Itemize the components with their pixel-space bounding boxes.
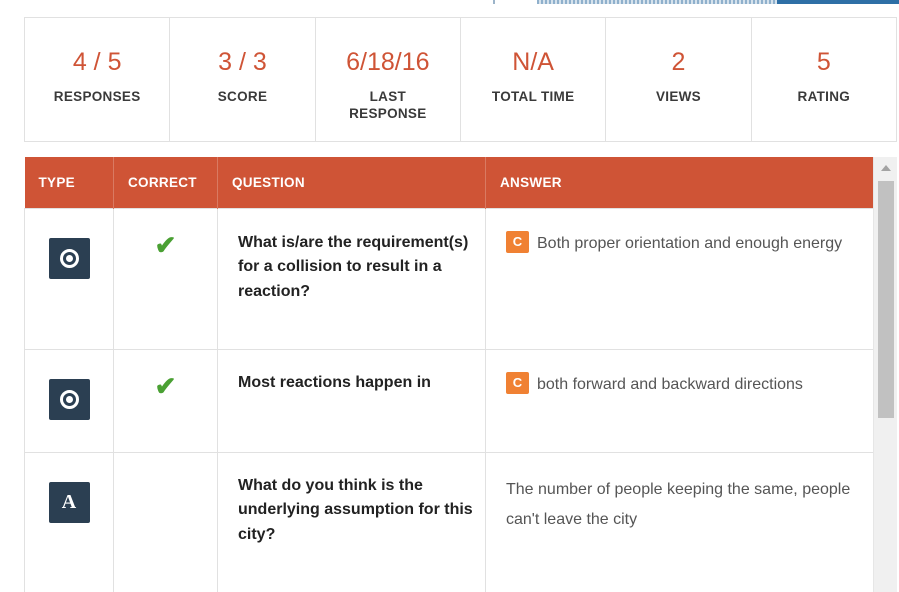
responses-table-container: TYPE CORRECT QUESTION ANSWER ✔ What is/a… (24, 157, 897, 592)
stat-label: TOTAL TIME (491, 89, 575, 104)
stat-value: N/A (512, 48, 554, 76)
answer-cell: Cboth forward and backward directions (485, 348, 874, 453)
stat-label: VIEWS (655, 89, 701, 104)
type-cell (24, 207, 114, 350)
stats-panel: 4 / 5 RESPONSES 3 / 3 SCORE 6/18/16 LAST… (24, 17, 897, 142)
correct-cell: ✔ (113, 348, 218, 453)
checkmark-icon: ✔ (154, 229, 177, 260)
answer-choice-badge: C (506, 371, 529, 394)
stat-label: RATING (797, 89, 851, 104)
stat-last-response: 6/18/16 LAST RESPONSE (316, 18, 461, 141)
text-answer-icon: A (48, 481, 90, 523)
column-header-type[interactable]: TYPE (24, 157, 114, 208)
stat-value: 3 / 3 (218, 48, 267, 76)
checkmark-icon: ✔ (154, 370, 177, 401)
responses-table: TYPE CORRECT QUESTION ANSWER ✔ What is/a… (24, 157, 874, 592)
table-header-row: TYPE CORRECT QUESTION ANSWER (24, 157, 874, 208)
stat-label: SCORE (217, 89, 268, 104)
top-decorative-strip (493, 0, 899, 5)
radio-choice-icon (48, 378, 90, 420)
stat-value: 4 / 5 (72, 48, 122, 76)
correct-cell (113, 451, 218, 592)
table-row[interactable]: A What do you think is the underlying as… (24, 451, 874, 592)
stat-value: 5 (816, 48, 831, 76)
stat-label: RESPONSES (53, 89, 141, 104)
column-header-answer[interactable]: ANSWER (486, 157, 874, 208)
type-cell: A (24, 451, 114, 592)
stat-value: 2 (671, 48, 686, 76)
question-text: What do you think is the underlying assu… (217, 451, 486, 592)
column-header-correct[interactable]: CORRECT (113, 157, 218, 208)
answer-choice-badge: C (506, 230, 529, 253)
question-text: Most reactions happen in (217, 348, 486, 453)
scrollbar-thumb[interactable] (878, 181, 894, 418)
column-header-question[interactable]: QUESTION (217, 157, 486, 208)
scroll-up-arrow-icon[interactable] (881, 165, 891, 171)
stat-score: 3 / 3 SCORE (170, 18, 316, 141)
stat-total-time: N/A TOTAL TIME (461, 18, 607, 141)
stat-label: LAST RESPONSE (349, 89, 427, 121)
table-row[interactable]: ✔ What is/are the requirement(s) for a c… (24, 207, 874, 350)
answer-text: Both proper orientation and enough energ… (537, 234, 843, 252)
answer-cell: C Both proper orientation and enough ener… (485, 207, 874, 350)
stat-value: 6/18/16 (346, 48, 430, 76)
type-cell (24, 348, 114, 453)
answer-text: both forward and backward directions (537, 375, 803, 393)
correct-cell: ✔ (113, 207, 218, 350)
table-row[interactable]: ✔ Most reactions happen in Cboth forward… (24, 348, 874, 453)
table-scrollbar[interactable] (873, 157, 897, 592)
question-text: What is/are the requirement(s) for a col… (217, 207, 486, 350)
answer-text: The number of people keeping the same, p… (485, 451, 874, 592)
radio-choice-icon (48, 237, 90, 279)
stat-responses: 4 / 5 RESPONSES (25, 18, 171, 141)
stat-rating: 5 RATING (752, 18, 896, 141)
stat-views: 2 VIEWS (606, 18, 752, 141)
